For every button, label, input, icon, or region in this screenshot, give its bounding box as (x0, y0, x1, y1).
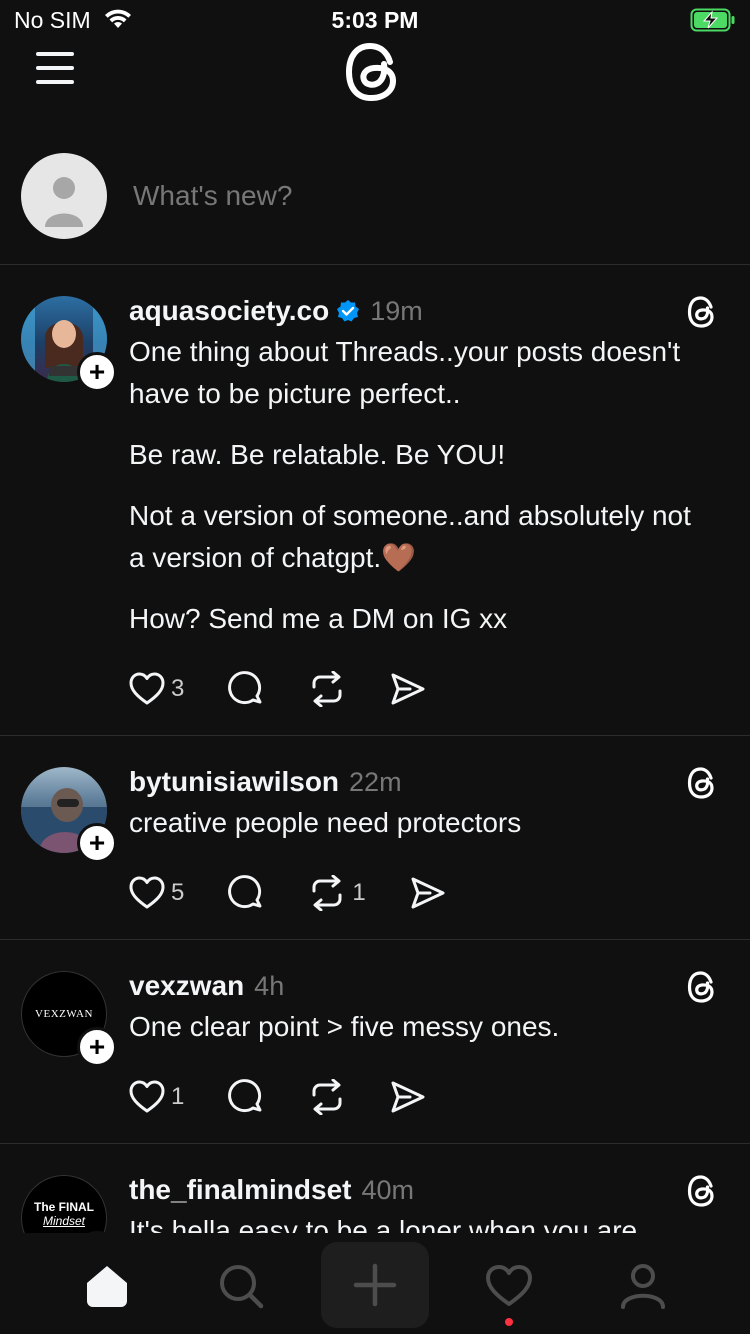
post[interactable]: VEXZWAN + vexzwan 4h One clear point > f… (0, 940, 750, 1144)
tab-search[interactable] (201, 1252, 281, 1320)
clock: 5:03 PM (331, 7, 419, 33)
follow-button[interactable]: + (77, 823, 117, 863)
composer[interactable]: What's new? (0, 140, 750, 265)
avatar[interactable]: + (21, 296, 117, 392)
post-text: One clear point > five messy ones. (129, 1011, 560, 1042)
repost-icon (312, 671, 342, 707)
username[interactable]: aquasociety.co (129, 295, 329, 327)
reply-button[interactable] (228, 875, 264, 911)
tab-home[interactable] (67, 1252, 147, 1320)
post-time: 22m (349, 766, 402, 797)
post-time: 40m (361, 1174, 415, 1205)
like-button[interactable]: 5 (129, 876, 184, 910)
post[interactable]: The FINAL Mindset + the_finalmindset 40m… (0, 1144, 750, 1233)
tab-bar (0, 1234, 750, 1334)
default-avatar (21, 153, 107, 239)
post-text: It's hella easy to be a loner when you a… (129, 1215, 638, 1233)
home-icon (87, 1266, 127, 1307)
post-text: creative people need protectors (129, 807, 522, 838)
threads-icon[interactable] (686, 295, 718, 334)
like-count: 3 (171, 675, 185, 702)
send-icon (391, 673, 425, 705)
threads-icon[interactable] (686, 766, 718, 805)
share-button[interactable] (390, 1080, 426, 1114)
verified-badge-icon (336, 299, 360, 323)
post-text: One thing about Threads..your posts does… (129, 336, 681, 409)
post-text: How? Send me a DM on IG xx (129, 603, 508, 634)
like-button[interactable]: 3 (129, 672, 184, 706)
post-text: Not a version of someone..and absolutely… (129, 500, 691, 573)
post-time: 19m (370, 295, 423, 326)
menu-button[interactable] (36, 52, 74, 86)
plus-icon (353, 1263, 397, 1307)
heart-icon (129, 672, 165, 705)
username[interactable]: vexzwan (129, 970, 244, 1002)
repost-icon (312, 1079, 342, 1115)
like-count: 1 (171, 1083, 185, 1110)
threads-logo[interactable] (343, 40, 405, 109)
reply-button[interactable] (228, 671, 264, 707)
username[interactable]: the_finalmindset (129, 1174, 351, 1206)
heart-icon (129, 1080, 165, 1113)
heart-icon (486, 1265, 532, 1306)
send-icon (391, 1081, 425, 1113)
avatar-logo-text: The FINAL (34, 1200, 94, 1214)
search-icon (220, 1265, 264, 1309)
like-button[interactable]: 1 (129, 1080, 184, 1114)
avatar-logo-text: Mindset (42, 1214, 86, 1228)
reply-icon (228, 875, 262, 909)
share-button[interactable] (390, 672, 426, 706)
follow-button[interactable]: + (77, 352, 117, 392)
like-count: 5 (171, 879, 185, 906)
repost-count: 1 (352, 879, 366, 906)
reply-icon (228, 1079, 262, 1113)
avatar[interactable]: VEXZWAN + (21, 971, 117, 1067)
feed[interactable]: + aquasociety.co 19m One thing about Thr… (0, 265, 750, 1233)
username[interactable]: bytunisiawilson (129, 766, 339, 798)
repost-button[interactable] (308, 671, 346, 707)
status-bar: No SIM 5:03 PM (0, 0, 750, 40)
post[interactable]: + aquasociety.co 19m One thing about Thr… (0, 265, 750, 736)
tab-profile[interactable] (603, 1252, 683, 1320)
post[interactable]: + bytunisiawilson 22m creative people ne… (0, 736, 750, 940)
avatar-logo-text: VEXZWAN (35, 1008, 93, 1020)
threads-icon[interactable] (686, 970, 718, 1009)
follow-button[interactable]: + (77, 1027, 117, 1067)
share-button[interactable] (410, 876, 446, 910)
battery-icon (690, 8, 736, 37)
avatar[interactable]: + (21, 767, 117, 863)
post-time: 4h (254, 970, 285, 1001)
heart-icon (129, 876, 165, 909)
post-text: Be raw. Be relatable. Be YOU! (129, 439, 506, 470)
profile-icon (621, 1264, 665, 1309)
send-icon (411, 877, 445, 909)
threads-icon[interactable] (686, 1174, 718, 1213)
whats-new-input[interactable]: What's new? (133, 180, 292, 212)
repost-icon (312, 875, 342, 911)
reply-icon (228, 671, 262, 705)
repost-button[interactable]: 1 (308, 875, 366, 911)
avatar[interactable]: The FINAL Mindset + (21, 1175, 117, 1233)
notification-dot (505, 1318, 513, 1326)
reply-button[interactable] (228, 1079, 264, 1115)
repost-button[interactable] (308, 1079, 346, 1115)
tab-new-thread[interactable] (321, 1242, 429, 1328)
tab-activity[interactable] (469, 1252, 549, 1320)
